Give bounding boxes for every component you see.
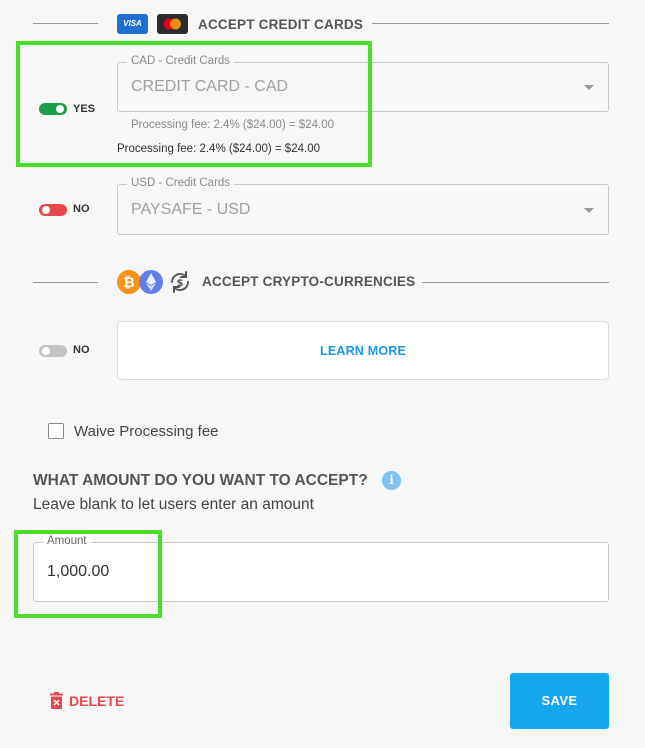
amount-question-title: WHAT AMOUNT DO YOU WANT TO ACCEPT? [33, 472, 368, 489]
svg-text:₿: ₿ [123, 275, 134, 291]
amount-hint: Leave blank to let users enter an amount [33, 496, 314, 513]
info-icon[interactable]: i [382, 471, 401, 490]
visa-card-icon: VISA [117, 14, 148, 34]
trash-icon [50, 692, 63, 709]
save-button[interactable]: SAVE [510, 673, 609, 729]
svg-text:$: $ [177, 278, 184, 289]
crypto-toggle[interactable] [39, 345, 67, 357]
toggle-knob [42, 206, 50, 214]
ethereum-icon [139, 270, 163, 294]
waive-fee-label[interactable]: Waive Processing fee [74, 423, 219, 440]
delete-label: DELETE [69, 692, 125, 709]
waive-fee-checkbox[interactable] [48, 423, 64, 439]
chevron-down-icon [584, 85, 594, 90]
highlight-frame-amount [14, 530, 162, 618]
learn-more-link[interactable]: LEARN MORE [118, 344, 608, 358]
crypto-learn-more-panel: LEARN MORE [117, 321, 609, 380]
usd-toggle[interactable] [39, 204, 67, 216]
credit-section-title: ACCEPT CREDIT CARDS [198, 17, 364, 32]
usd-toggle-label: NO [73, 203, 90, 215]
usd-select-legend: USD - Credit Cards [127, 177, 235, 189]
credit-section-rule-right [372, 23, 609, 24]
crypto-toggle-label: NO [73, 344, 90, 356]
usd-select-value: PAYSAFE - USD [131, 201, 251, 218]
mastercard-icon [157, 14, 188, 34]
visa-text: VISA [123, 19, 142, 28]
crypto-section-title: ACCEPT CRYPTO-CURRENCIES [202, 274, 416, 289]
chevron-down-icon [584, 208, 594, 213]
highlight-frame-cad [16, 41, 372, 167]
crypto-section-rule-right [422, 282, 609, 283]
crypto-section-rule-left [33, 282, 98, 283]
usd-credit-card-select[interactable]: USD - Credit Cards PAYSAFE - USD [117, 177, 609, 235]
credit-section-rule-left [33, 23, 98, 24]
bitcoin-icon: ₿ [117, 270, 141, 294]
delete-button[interactable]: DELETE [50, 692, 124, 709]
toggle-knob [42, 347, 50, 355]
currency-exchange-icon: $ [168, 270, 192, 294]
